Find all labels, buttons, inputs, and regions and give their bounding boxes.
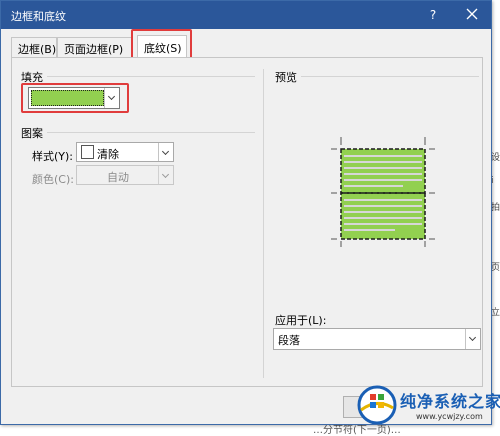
- watermark-title: 纯净系统之家: [400, 392, 500, 411]
- chevron-down-icon[interactable]: [158, 143, 173, 161]
- pattern-color-value: 自动: [107, 171, 129, 184]
- pattern-style-label: 样式(Y):: [32, 150, 74, 163]
- help-button[interactable]: ?: [426, 8, 440, 22]
- pattern-color-label: 颜色(C):: [32, 173, 74, 186]
- fill-color-swatch: [31, 90, 104, 106]
- margin-char: 拍: [491, 203, 500, 213]
- pattern-section-divider: [47, 132, 255, 133]
- shading-preview: [331, 137, 437, 247]
- borders-and-shading-dialog: 边框和底纹 ? 边框(B) 页面边框(P) 底纹(S) 填充 图案 样式(Y):…: [0, 0, 492, 425]
- site-watermark: 纯净系统之家 www.ycwjzy.com: [356, 378, 500, 433]
- close-icon: [466, 8, 478, 20]
- apply-to-value: 段落: [278, 334, 300, 347]
- watermark-url: www.ycwjzy.com: [416, 412, 483, 421]
- margin-char: 设: [491, 153, 500, 163]
- margin-char: 页: [491, 263, 500, 273]
- preview-section-label: 预览: [275, 71, 297, 84]
- pattern-style-swatch: [81, 145, 94, 159]
- tab-page-border[interactable]: 页面边框(P): [57, 37, 133, 57]
- pattern-style-dropdown[interactable]: 清除: [76, 142, 174, 162]
- preview-graphic: [331, 137, 435, 247]
- chevron-down-icon[interactable]: [465, 329, 480, 349]
- apply-to-dropdown[interactable]: 段落: [273, 328, 481, 350]
- pattern-section-label: 图案: [21, 127, 43, 140]
- apply-to-label: 应用于(L):: [275, 314, 327, 327]
- dialog-titlebar: 边框和底纹 ?: [1, 1, 491, 29]
- fill-color-dropdown[interactable]: [28, 87, 120, 109]
- pattern-style-value: 清除: [97, 148, 119, 161]
- watermark-logo-icon: [357, 385, 397, 424]
- fill-section-divider: [47, 76, 255, 77]
- pattern-color-dropdown: 自动: [76, 165, 174, 185]
- panel-vertical-divider: [263, 69, 264, 378]
- dialog-title: 边框和底纹: [11, 10, 66, 23]
- close-button[interactable]: [463, 5, 481, 23]
- chevron-down-icon[interactable]: [104, 88, 119, 108]
- tab-borders[interactable]: 边框(B): [11, 37, 57, 57]
- tab-highlight-box: [131, 29, 192, 60]
- chevron-down-icon: [158, 166, 173, 184]
- margin-char: 立: [491, 308, 500, 318]
- preview-section-divider: [301, 76, 479, 77]
